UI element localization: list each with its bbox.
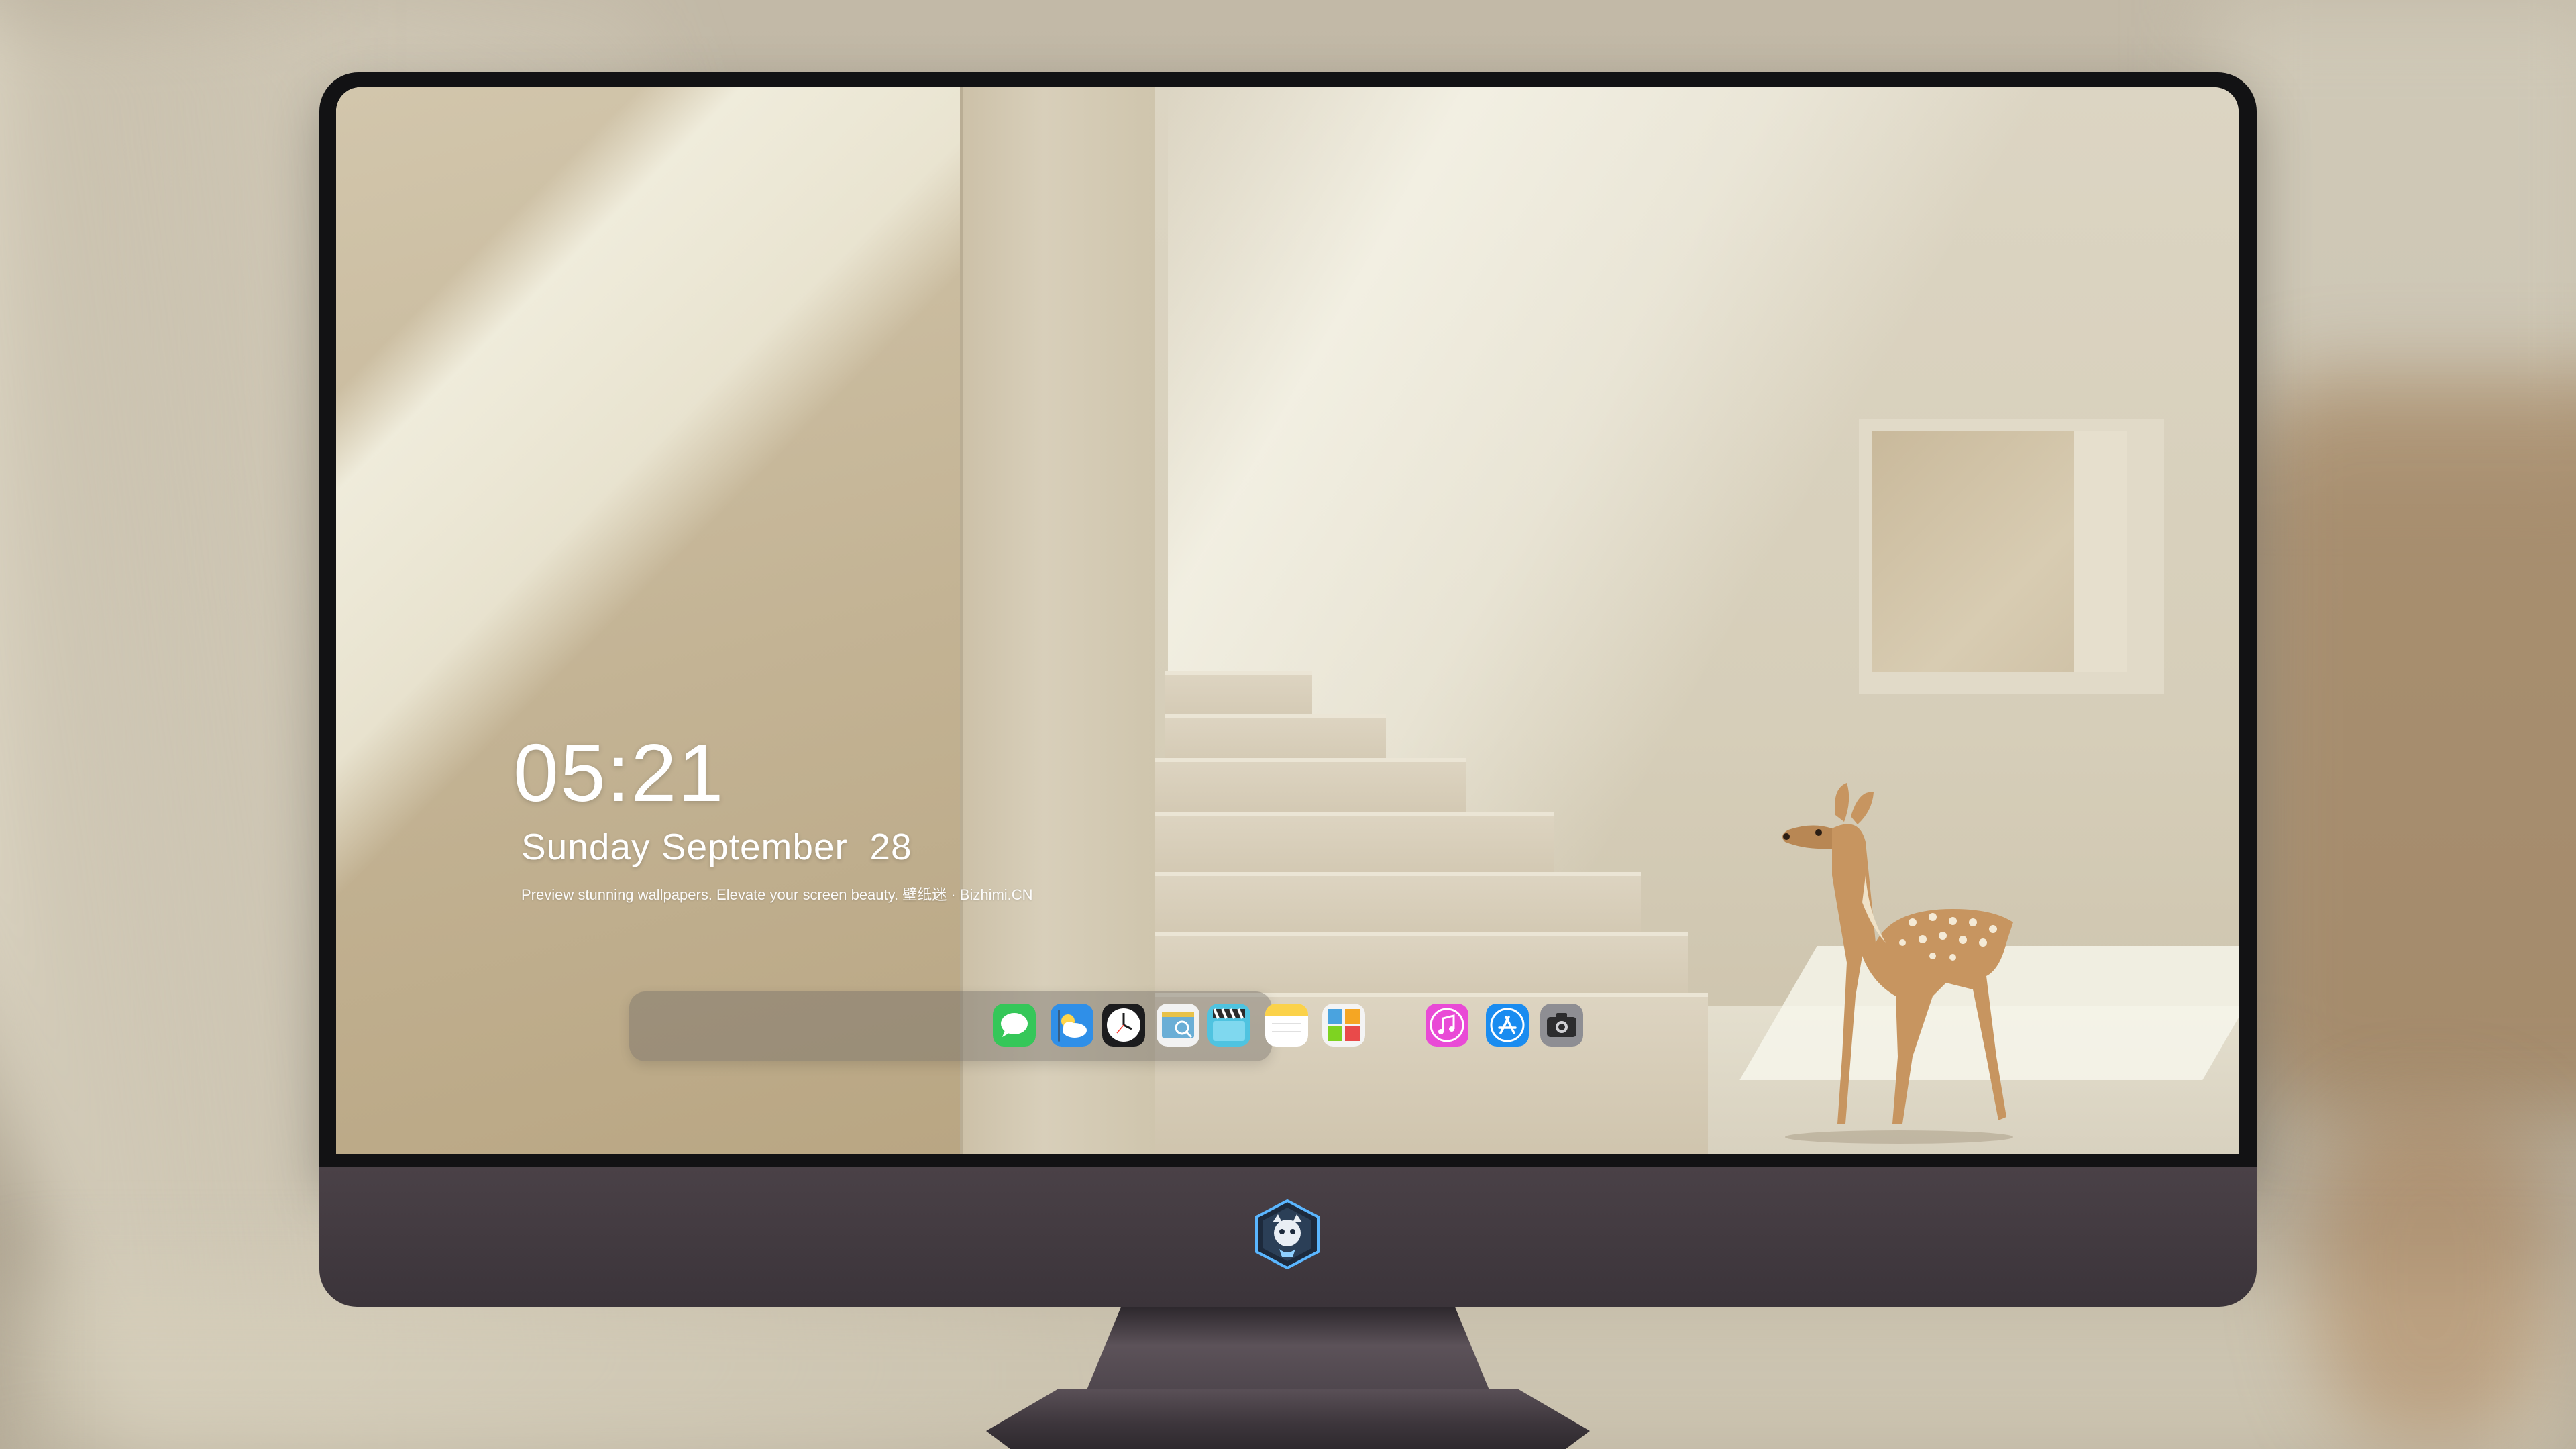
preview-icon[interactable] [1157, 1004, 1199, 1046]
photo-gallery-icon[interactable] [1322, 1004, 1365, 1046]
dock-separator [1058, 1010, 1060, 1042]
video-editor-icon[interactable] [1208, 1004, 1250, 1046]
backdrop-deer-blur [2314, 1107, 2549, 1442]
wallpaper-tagline: Preview stunning wallpapers. Elevate you… [521, 886, 1033, 903]
messages-icon[interactable] [993, 1004, 1036, 1046]
wallpaper-niche-side [2074, 431, 2127, 672]
brand-logo-icon [1255, 1199, 1320, 1269]
weather-icon[interactable] [1051, 1004, 1093, 1046]
clock-time: 05:21 [513, 727, 725, 818]
desktop-screen: 05:21 Sunday September 28 Preview stunni… [336, 87, 2239, 1154]
clock-date: Sunday September 28 [521, 826, 912, 867]
camera-icon[interactable] [1540, 1004, 1583, 1046]
app-store-icon[interactable] [1486, 1004, 1529, 1046]
music-icon[interactable] [1426, 1004, 1468, 1046]
monitor-stand-base [986, 1389, 1590, 1449]
notes-icon[interactable] [1265, 1004, 1308, 1046]
backdrop-warm-tone [2247, 376, 2576, 1114]
wallpaper-deer [1782, 783, 2013, 1144]
clock-icon[interactable] [1102, 1004, 1145, 1046]
